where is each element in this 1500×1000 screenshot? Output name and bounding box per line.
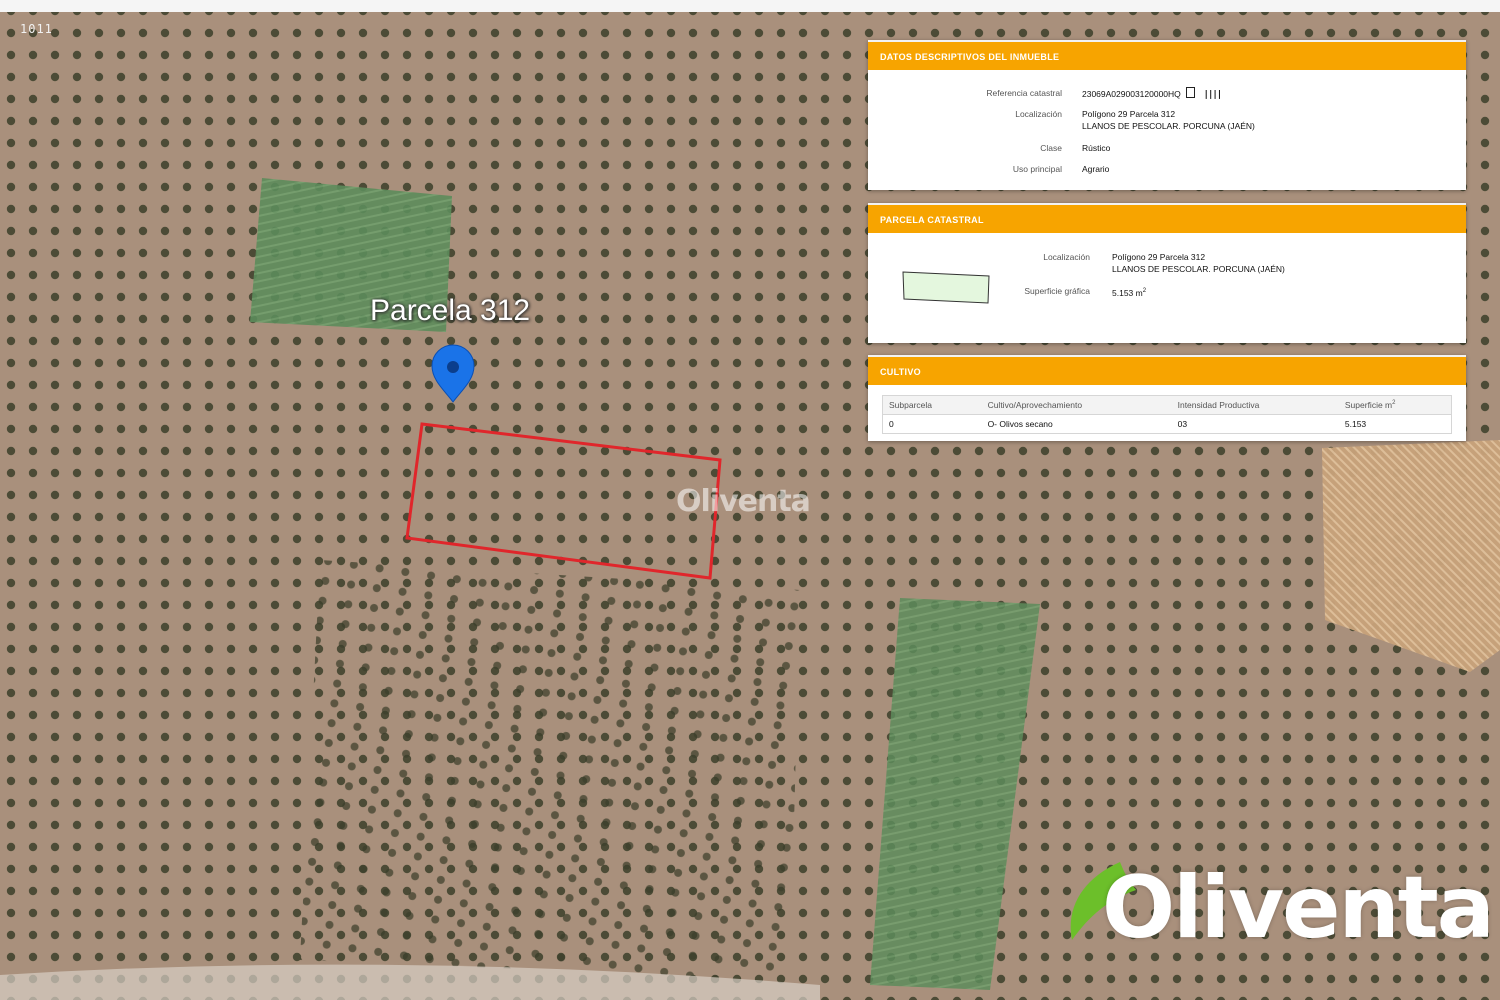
copy-icon[interactable] xyxy=(1186,87,1196,98)
col-superficie-exponent: 2 xyxy=(1392,400,1396,407)
cell-intensidad: 03 xyxy=(1177,419,1188,429)
cell-subparcela: 0 xyxy=(889,419,894,429)
parcela-panel-header: PARCELA CATASTRAL xyxy=(868,203,1466,233)
cell-cultivo: O- Olivos secano xyxy=(987,419,1053,429)
clase-value: Rústico xyxy=(1082,143,1111,153)
col-superficie: Superficie m2 xyxy=(1338,395,1452,415)
loc-line1: Polígono 29 Parcela 312 xyxy=(1082,109,1176,119)
uso-label: Uso principal xyxy=(1012,164,1062,174)
cell-superficie: 5.153 xyxy=(1344,419,1367,429)
uso-value: Agrario xyxy=(1082,164,1110,174)
loc-label: Localización xyxy=(1015,109,1062,119)
parcela-loc-line2: LLANOS DE PESCOLAR. PORCUNA (JAÉN) xyxy=(1112,264,1285,274)
parcela-loc-line1: Polígono 29 Parcela 312 xyxy=(1112,252,1206,262)
cultivo-table-header-row: Subparcela Cultivo/Aprovechamiento Inten… xyxy=(882,395,1452,415)
ref-value-text: 23069A029003120000HQ xyxy=(1082,89,1181,99)
barcode-icon[interactable]: |||| xyxy=(1204,89,1223,101)
superficie-unit-exponent: 2 xyxy=(1142,288,1147,294)
parcela-loc-label: Localización xyxy=(1043,252,1090,262)
col-cultivo: Cultivo/Aprovechamiento xyxy=(981,395,1172,415)
top-strip xyxy=(0,0,1500,12)
map-corner-label: 1011 xyxy=(20,22,53,36)
cultivo-panel-header: CULTIVO xyxy=(868,355,1466,385)
brand-logo: Oliventa xyxy=(1102,858,1495,958)
inmueble-panel: DATOS DESCRIPTIVOS DEL INMUEBLE Referenc… xyxy=(868,40,1466,190)
col-intensidad: Intensidad Productiva xyxy=(1171,395,1339,415)
parcela-panel: PARCELA CATASTRAL Localización Polígono … xyxy=(868,203,1466,343)
cultivo-panel: CULTIVO Subparcela Cultivo/Aprovechamien… xyxy=(868,355,1466,441)
inmueble-panel-header: DATOS DESCRIPTIVOS DEL INMUEBLE xyxy=(868,40,1466,70)
superficie-label: Superficie gráfica xyxy=(1024,286,1090,296)
col-subparcela: Subparcela xyxy=(882,395,982,415)
olive-grove-south xyxy=(300,560,800,980)
ref-value[interactable]: 23069A029003120000HQ |||| xyxy=(1082,87,1223,101)
superficie-number: 5.153 m xyxy=(1112,287,1143,298)
watermark-logo: Oliventa xyxy=(676,484,811,519)
superficie-value: 5.153 m2 xyxy=(1112,285,1146,299)
cultivo-table: Subparcela Cultivo/Aprovechamiento Inten… xyxy=(882,395,1452,434)
table-row: 0 O- Olivos secano 03 5.153 xyxy=(883,415,1452,434)
parcel-label: Parcela 312 xyxy=(370,294,531,327)
col-superficie-text: Superficie m xyxy=(1344,400,1393,410)
clase-label: Clase xyxy=(1040,143,1062,153)
loc-line2: LLANOS DE PESCOLAR. PORCUNA (JAÉN) xyxy=(1082,121,1255,131)
ref-label: Referencia catastral xyxy=(986,88,1062,98)
